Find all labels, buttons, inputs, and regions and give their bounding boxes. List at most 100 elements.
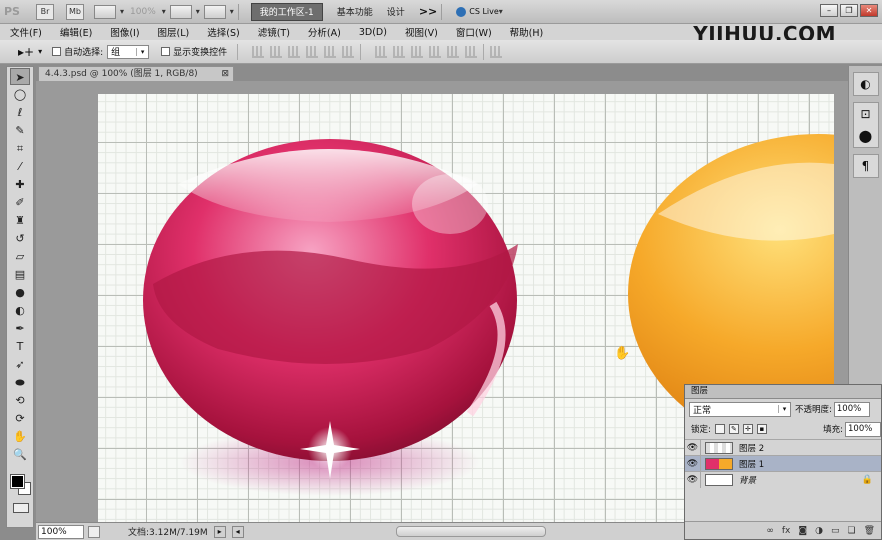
- 3d-rotate-tool-icon[interactable]: ⟲: [10, 392, 30, 409]
- menu-window[interactable]: 窗口(W): [456, 25, 492, 39]
- zoom-level[interactable]: 100%: [130, 7, 156, 17]
- workspace-essentials[interactable]: 基本功能: [337, 5, 373, 18]
- visibility-eye-icon[interactable]: 👁: [685, 455, 701, 472]
- menu-3d[interactable]: 3D(D): [359, 27, 387, 38]
- mini-bridge-button[interactable]: Mb: [66, 3, 84, 20]
- close-icon[interactable]: ✕: [860, 4, 878, 17]
- zoom-tool-icon[interactable]: 🔍: [10, 446, 30, 463]
- new-layer-icon[interactable]: ❏: [847, 526, 855, 536]
- workspace-design[interactable]: 设计: [387, 5, 405, 18]
- minimize-icon[interactable]: –: [820, 4, 838, 17]
- layer-row-background[interactable]: 👁 背景 🔒: [685, 471, 881, 488]
- view-extras-button[interactable]: [94, 4, 116, 19]
- document-tab[interactable]: 4.4.3.psd @ 100% (图层 1, RGB/8) ⊠: [38, 66, 234, 81]
- layers-panel-tab[interactable]: 图层: [685, 385, 881, 399]
- clone-stamp-tool-icon[interactable]: ♜: [10, 212, 30, 229]
- eraser-tool-icon[interactable]: ▱: [10, 248, 30, 265]
- pen-tool-icon[interactable]: ✒: [10, 320, 30, 337]
- shape-tool-icon[interactable]: ⬬: [10, 374, 30, 391]
- path-select-tool-icon[interactable]: ➶: [10, 356, 30, 373]
- blend-mode-dropdown[interactable]: 正常 ▾: [689, 401, 791, 417]
- distribute-vcenter-icon[interactable]: [393, 45, 406, 58]
- dodge-tool-icon[interactable]: ◐: [10, 302, 30, 319]
- distribute-right-icon[interactable]: [465, 45, 478, 58]
- align-vcenter-icon[interactable]: [270, 45, 283, 58]
- align-left-icon[interactable]: [306, 45, 319, 58]
- masks-panel-icon[interactable]: ⬤: [854, 125, 878, 147]
- chevron-down-icon[interactable]: ▾: [120, 7, 124, 16]
- history-brush-tool-icon[interactable]: ↺: [10, 230, 30, 247]
- crop-tool-icon[interactable]: ⌗: [10, 140, 30, 157]
- arrange-documents-button[interactable]: [169, 4, 192, 19]
- align-right-icon[interactable]: [342, 45, 355, 58]
- menu-select[interactable]: 选择(S): [207, 25, 239, 39]
- cs-live-button[interactable]: CS Live ▾: [456, 6, 503, 17]
- distribute-left-icon[interactable]: [429, 45, 442, 58]
- distribute-hcenter-icon[interactable]: [447, 45, 460, 58]
- hand-tool-icon[interactable]: ✋: [10, 428, 30, 445]
- align-top-icon[interactable]: [252, 45, 265, 58]
- color-panel-icon[interactable]: ◐: [854, 73, 878, 95]
- visibility-eye-icon[interactable]: 👁: [685, 471, 701, 488]
- chevron-down-icon[interactable]: ▾: [162, 7, 166, 16]
- gradient-tool-icon[interactable]: ▤: [10, 266, 30, 283]
- show-transform-checkbox[interactable]: [161, 47, 171, 56]
- menu-layer[interactable]: 图层(L): [158, 25, 190, 39]
- blur-tool-icon[interactable]: ●: [10, 284, 30, 301]
- opacity-field[interactable]: 100%: [833, 401, 870, 417]
- distribute-top-icon[interactable]: [375, 45, 388, 58]
- move-tool-icon[interactable]: ➤: [10, 68, 30, 85]
- adjustment-layer-icon[interactable]: ◑: [815, 526, 823, 536]
- lock-pixels-icon[interactable]: ✎: [728, 424, 739, 434]
- layer-row-layer1[interactable]: 👁 图层 1: [685, 455, 881, 472]
- type-tool-icon[interactable]: T: [10, 338, 30, 355]
- fill-field[interactable]: 100%: [845, 421, 881, 437]
- lock-all-icon[interactable]: ▪: [756, 424, 767, 434]
- auto-select-checkbox[interactable]: [52, 47, 62, 56]
- align-bottom-icon[interactable]: [288, 45, 301, 58]
- quick-select-tool-icon[interactable]: ✎: [10, 122, 30, 139]
- screen-mode-button[interactable]: [203, 4, 226, 19]
- menu-help[interactable]: 帮助(H): [510, 25, 544, 39]
- distribute-bottom-icon[interactable]: [411, 45, 424, 58]
- paragraph-panel-icon[interactable]: ¶: [854, 155, 878, 177]
- zoom-field[interactable]: 100%: [38, 524, 84, 539]
- menu-edit[interactable]: 编辑(E): [60, 25, 92, 39]
- chevron-down-icon[interactable]: ▾: [38, 47, 42, 56]
- brush-tool-icon[interactable]: ✐: [10, 194, 30, 211]
- bridge-button[interactable]: Br: [36, 3, 54, 20]
- menu-file[interactable]: 文件(F): [10, 25, 42, 39]
- link-layers-icon[interactable]: ∞: [766, 526, 774, 536]
- menu-view[interactable]: 视图(V): [405, 25, 438, 39]
- horizontal-scrollbar[interactable]: [396, 526, 546, 537]
- add-mask-icon[interactable]: ◙: [798, 526, 807, 536]
- workspace-more-button[interactable]: >>: [419, 5, 437, 18]
- menu-filter[interactable]: 滤镜(T): [258, 25, 290, 39]
- delete-layer-icon[interactable]: 🗑: [864, 526, 875, 536]
- restore-icon[interactable]: ❐: [840, 4, 858, 17]
- layer-style-icon[interactable]: fx: [782, 526, 791, 536]
- scroll-left-icon[interactable]: ◂: [231, 525, 244, 538]
- status-menu-arrow[interactable]: ▸: [213, 525, 226, 538]
- layer-row-layer2[interactable]: 👁 图层 2: [685, 439, 881, 456]
- status-info-icon[interactable]: [88, 525, 100, 538]
- menu-image[interactable]: 图像(I): [110, 25, 139, 39]
- foreground-color-swatch[interactable]: [10, 474, 25, 489]
- lock-transparency-icon[interactable]: [714, 424, 725, 434]
- visibility-eye-icon[interactable]: 👁: [685, 439, 701, 456]
- auto-select-dropdown[interactable]: 组 ▾: [107, 44, 150, 59]
- marquee-tool-icon[interactable]: ◯: [10, 86, 30, 103]
- new-group-icon[interactable]: ▭: [831, 526, 840, 536]
- auto-align-icon[interactable]: [490, 45, 503, 58]
- chevron-down-icon[interactable]: ▾: [230, 7, 234, 16]
- align-hcenter-icon[interactable]: [324, 45, 337, 58]
- eyedropper-tool-icon[interactable]: ⁄: [10, 158, 30, 175]
- quick-mask-icon[interactable]: [13, 503, 29, 513]
- 3d-orbit-tool-icon[interactable]: ⟳: [10, 410, 30, 427]
- lock-position-icon[interactable]: ✛: [742, 424, 753, 434]
- chevron-down-icon[interactable]: ▾: [196, 7, 200, 16]
- menu-analysis[interactable]: 分析(A): [308, 25, 341, 39]
- move-tool-icon[interactable]: ▸+: [18, 45, 34, 59]
- workspace-active-button[interactable]: 我的工作区-1: [250, 2, 323, 21]
- close-icon[interactable]: ⊠: [221, 67, 229, 81]
